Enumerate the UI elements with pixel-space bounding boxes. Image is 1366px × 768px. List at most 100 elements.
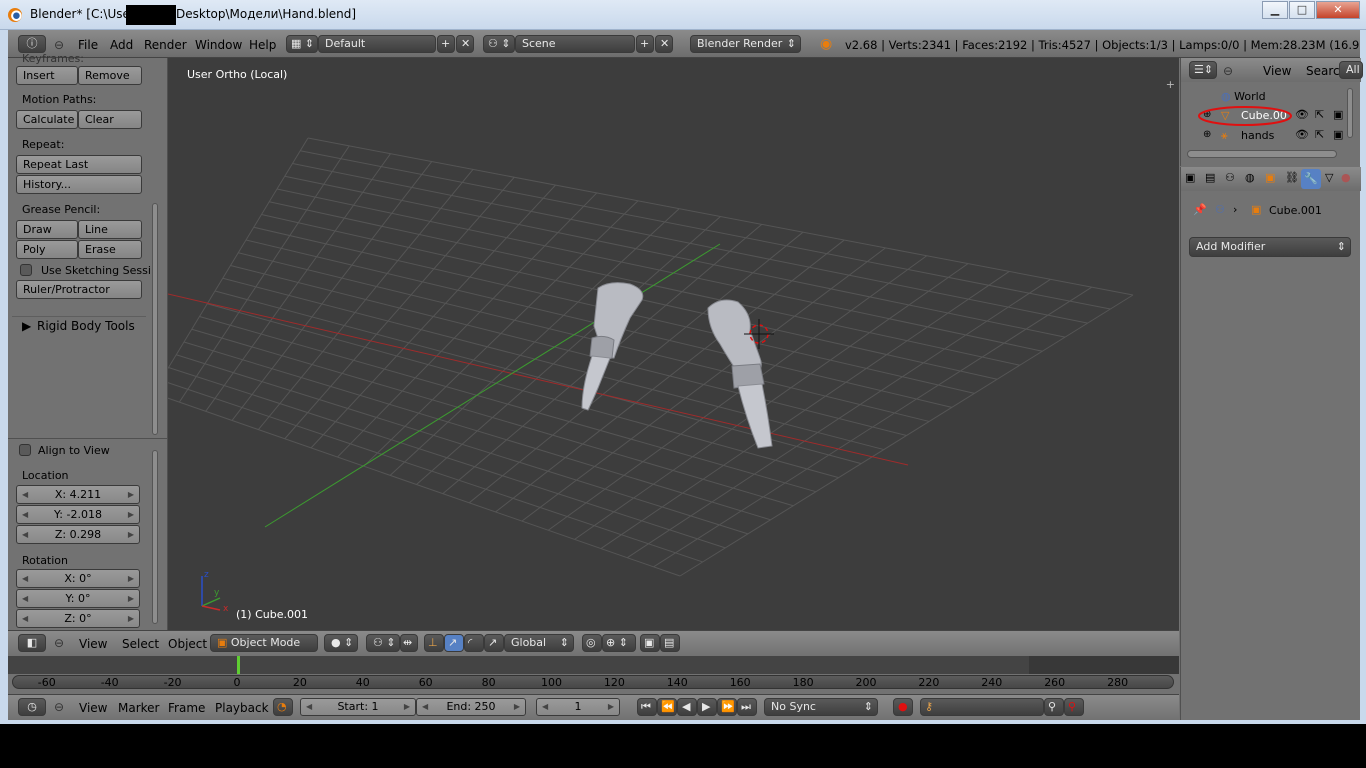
- scale-icon[interactable]: ↗: [484, 634, 504, 652]
- rigid-body-panel-header[interactable]: ▶ Rigid Body Tools: [12, 316, 146, 336]
- render-opengl-icon[interactable]: ▣: [640, 634, 660, 652]
- remove-scene-button[interactable]: ✕: [655, 35, 673, 53]
- menu-help[interactable]: Help: [249, 38, 276, 52]
- menu-playback[interactable]: Playback: [215, 701, 269, 715]
- scene-icon[interactable]: ⚇ ⇕: [483, 35, 515, 53]
- visibility-eye-icon[interactable]: 👁: [1295, 128, 1309, 141]
- clear-button[interactable]: Clear: [78, 110, 142, 129]
- remove-keyframe-button[interactable]: Remove: [78, 66, 142, 85]
- outliner-hscroll[interactable]: [1187, 150, 1337, 158]
- selectable-cursor-icon[interactable]: ⇱: [1315, 108, 1324, 121]
- menu-view[interactable]: View: [79, 637, 107, 651]
- collapse-menu-icon[interactable]: ⊖: [54, 636, 64, 650]
- add-scene-button[interactable]: +: [636, 35, 654, 53]
- menu-marker[interactable]: Marker: [118, 701, 159, 715]
- line-button[interactable]: Line: [78, 220, 142, 239]
- repeat-last-button[interactable]: Repeat Last: [16, 155, 142, 174]
- tab-object-icon[interactable]: ▣: [1265, 171, 1275, 184]
- start-frame-field[interactable]: ◀ Start: 1 ▶: [300, 698, 416, 716]
- add-screen-button[interactable]: +: [437, 35, 455, 53]
- collapse-menu-icon[interactable]: ⊖: [1223, 64, 1233, 78]
- delete-keyframe-icon[interactable]: ⚲: [1064, 698, 1084, 716]
- renderable-camera-icon[interactable]: ▣: [1333, 108, 1343, 121]
- viewport-plus-icon[interactable]: +: [1166, 78, 1175, 91]
- sync-select[interactable]: No Sync ⇕: [764, 698, 878, 716]
- use-sketching-checkbox[interactable]: [20, 264, 32, 276]
- remove-screen-button[interactable]: ✕: [456, 35, 474, 53]
- close-button[interactable]: ✕: [1316, 1, 1360, 19]
- preview-range-icon[interactable]: ◔: [273, 698, 293, 716]
- outliner-row-cube[interactable]: ⊕ ▽ Cube.00 👁 ⇱ ▣: [1181, 106, 1343, 126]
- outliner-row-hands[interactable]: ⊕ ⚹ hands 👁 ⇱ ▣: [1181, 126, 1343, 146]
- rotate-icon[interactable]: ◜: [464, 634, 484, 652]
- 3d-viewport[interactable]: User Ortho (Local) z y x (1) Cube.001 +: [168, 58, 1179, 630]
- screen-layout-field[interactable]: Default: [318, 35, 436, 53]
- poly-button[interactable]: Poly: [16, 240, 78, 259]
- mode-select[interactable]: ▣ Object Mode: [210, 634, 318, 652]
- rotation-x-field[interactable]: ◀ X: 0° ▶: [16, 569, 140, 588]
- proportional-edit-icon[interactable]: ◎: [582, 634, 602, 652]
- play-reverse-icon[interactable]: ◀: [677, 698, 697, 716]
- location-x-field[interactable]: ◀ X: 4.211 ▶: [16, 485, 140, 504]
- orientation-select[interactable]: Global ⇕: [504, 634, 574, 652]
- insert-keyframe-icon[interactable]: ⚲: [1044, 698, 1064, 716]
- collapse-menu-icon[interactable]: ⊖: [54, 700, 64, 714]
- collapse-menu-icon[interactable]: ⊖: [54, 38, 64, 52]
- outliner-row-world[interactable]: ◍ World: [1221, 90, 1266, 103]
- editor-type-info-icon[interactable]: ⓘ: [18, 35, 46, 53]
- menu-file[interactable]: File: [78, 38, 98, 52]
- timeline-playhead[interactable]: [237, 656, 240, 674]
- calculate-button[interactable]: Calculate: [16, 110, 78, 129]
- visibility-eye-icon[interactable]: 👁: [1295, 108, 1309, 121]
- ruler-protractor-button[interactable]: Ruler/Protractor: [16, 280, 142, 299]
- tab-data-icon[interactable]: ▽: [1325, 171, 1333, 184]
- pivot-point-select[interactable]: ⚇ ⇕: [366, 634, 400, 652]
- selectable-cursor-icon[interactable]: ⇱: [1315, 128, 1324, 141]
- menu-window[interactable]: Window: [195, 38, 242, 52]
- rotation-y-field[interactable]: ◀ Y: 0° ▶: [16, 589, 140, 608]
- erase-button[interactable]: Erase: [78, 240, 142, 259]
- tab-render-icon[interactable]: ▣: [1185, 171, 1195, 184]
- editor-type-outliner-icon[interactable]: ☰⇕: [1189, 61, 1217, 79]
- tab-scene-icon[interactable]: ⚇: [1225, 171, 1235, 184]
- menu-add[interactable]: Add: [110, 38, 133, 52]
- rotation-z-field[interactable]: ◀ Z: 0° ▶: [16, 609, 140, 628]
- render-engine-select[interactable]: Blender Render ⇕: [690, 35, 801, 53]
- play-icon[interactable]: ▶: [697, 698, 717, 716]
- location-z-field[interactable]: ◀ Z: 0.298 ▶: [16, 525, 140, 544]
- menu-tl-view[interactable]: View: [79, 701, 107, 715]
- outliner-view-menu[interactable]: View: [1263, 64, 1291, 78]
- history-button[interactable]: History...: [16, 175, 142, 194]
- record-icon[interactable]: ●: [893, 698, 913, 716]
- timeline[interactable]: -60 -40 -20 0 20 40 60 80 100 120 140 160 180 200 220 2…: [8, 656, 1179, 694]
- editor-type-3d-icon[interactable]: ◧: [18, 634, 46, 652]
- pin-icon[interactable]: 📌: [1193, 203, 1207, 216]
- current-frame-field[interactable]: ◀ 1 ▶: [536, 698, 620, 716]
- jump-start-icon[interactable]: ⏮: [637, 698, 657, 716]
- operator-panel-scrollbar[interactable]: [152, 450, 158, 624]
- translate-icon[interactable]: ↗: [444, 634, 464, 652]
- viewport-shading-select[interactable]: ● ⇕: [324, 634, 358, 652]
- layers-icon[interactable]: ⇹: [400, 634, 418, 652]
- jump-end-icon[interactable]: ⏭: [737, 698, 757, 716]
- tab-material-icon[interactable]: ●: [1341, 171, 1351, 184]
- location-y-field[interactable]: ◀ Y: -2.018 ▶: [16, 505, 140, 524]
- menu-render[interactable]: Render: [144, 38, 187, 52]
- editor-type-timeline-icon[interactable]: ◷: [18, 698, 46, 716]
- end-frame-field[interactable]: ◀ End: 250 ▶: [416, 698, 526, 716]
- prev-keyframe-icon[interactable]: ⏪: [657, 698, 677, 716]
- renderable-camera-icon[interactable]: ▣: [1333, 128, 1343, 141]
- outliner-filter-select[interactable]: All: [1339, 61, 1363, 79]
- outliner-vscroll[interactable]: [1347, 88, 1353, 138]
- insert-keyframe-button[interactable]: Insert: [16, 66, 78, 85]
- keying-set-field[interactable]: ⚷: [920, 698, 1044, 716]
- render-anim-icon[interactable]: ▤: [660, 634, 680, 652]
- screen-layout-icon[interactable]: ▦ ⇕: [286, 35, 318, 53]
- maximize-button[interactable]: □: [1289, 1, 1315, 19]
- menu-select[interactable]: Select: [122, 637, 159, 651]
- tab-world-icon[interactable]: ◍: [1245, 171, 1255, 184]
- menu-frame[interactable]: Frame: [168, 701, 205, 715]
- draw-button[interactable]: Draw: [16, 220, 78, 239]
- add-modifier-button[interactable]: Add Modifier ⇕: [1189, 237, 1351, 257]
- tool-shelf-scrollbar[interactable]: [152, 203, 158, 435]
